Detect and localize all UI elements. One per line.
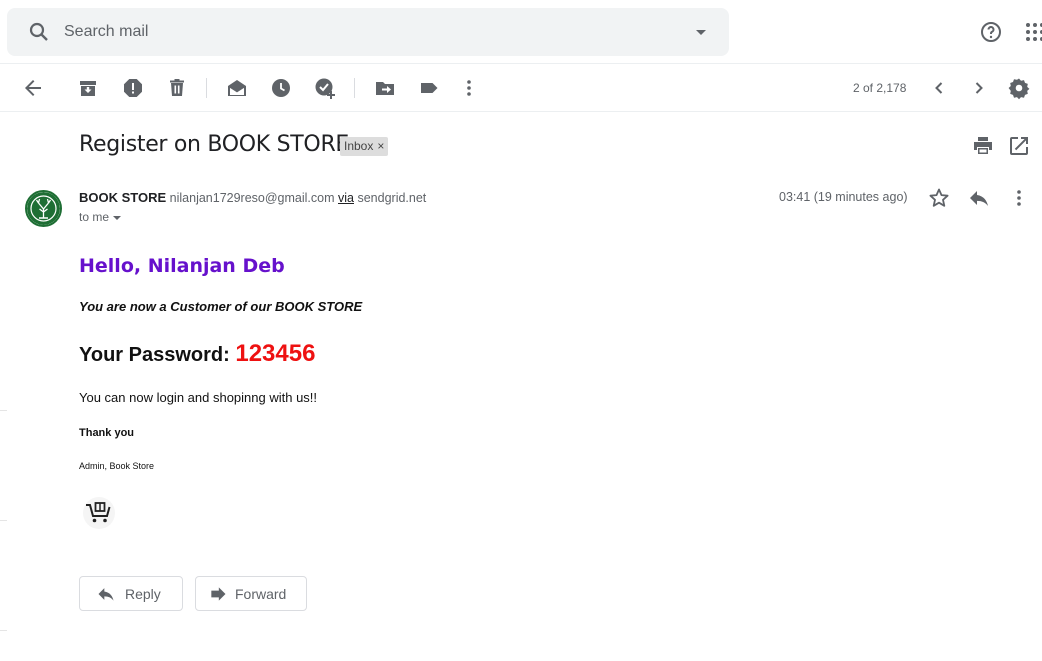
report-spam-icon[interactable] bbox=[121, 76, 145, 100]
pagination-count: 2 of 2,178 bbox=[853, 81, 907, 95]
forward-button[interactable]: Forward bbox=[195, 576, 307, 611]
password-value: 123456 bbox=[235, 340, 316, 367]
thanks-text: Thank you bbox=[79, 427, 135, 439]
search-bar[interactable]: Search mail bbox=[7, 8, 729, 56]
print-icon[interactable] bbox=[971, 134, 995, 158]
cart-icon bbox=[82, 496, 116, 530]
more-options-icon[interactable] bbox=[1007, 186, 1031, 210]
recipient-label: to me bbox=[79, 210, 110, 224]
apps-icon[interactable] bbox=[1023, 20, 1042, 44]
greeting-heading: Hello, Nilanjan Deb bbox=[79, 255, 285, 277]
forward-icon bbox=[208, 584, 228, 604]
move-to-icon[interactable] bbox=[373, 76, 397, 100]
login-message: You can now login and shopinng with us!! bbox=[79, 390, 318, 405]
sender-line: BOOK STORE nilanjan1729reso@gmail.com vi… bbox=[79, 190, 426, 205]
inbox-label-chip: Inbox × bbox=[340, 137, 389, 156]
email-subject: Register on BOOK STORE bbox=[79, 132, 350, 157]
search-options-dropdown-icon[interactable] bbox=[689, 20, 713, 44]
via-link[interactable]: via bbox=[338, 191, 354, 205]
sender-email: nilanjan1729reso@gmail.com bbox=[169, 191, 335, 205]
edge-divider bbox=[0, 520, 7, 521]
mark-unread-icon[interactable] bbox=[225, 76, 249, 100]
password-label: Your Password: bbox=[79, 344, 230, 366]
chevron-down-icon[interactable] bbox=[113, 215, 122, 220]
next-icon[interactable] bbox=[967, 76, 991, 100]
edge-divider bbox=[0, 410, 7, 411]
label-icon[interactable] bbox=[417, 76, 441, 100]
signature-text: Admin, Book Store bbox=[79, 461, 155, 471]
sender-avatar[interactable] bbox=[25, 190, 62, 227]
reply-button[interactable]: Reply bbox=[79, 576, 183, 611]
recipient-details-toggle[interactable]: to me bbox=[79, 210, 122, 224]
archive-icon[interactable] bbox=[76, 76, 100, 100]
more-icon[interactable] bbox=[457, 76, 481, 100]
delete-icon[interactable] bbox=[165, 76, 189, 100]
remove-label-button[interactable]: × bbox=[377, 139, 384, 153]
open-new-window-icon[interactable] bbox=[1007, 134, 1031, 158]
reply-icon bbox=[96, 584, 116, 604]
sender-name[interactable]: BOOK STORE bbox=[79, 190, 166, 205]
reply-icon[interactable] bbox=[967, 186, 991, 210]
message-toolbar: 2 of 2,178 bbox=[0, 63, 1042, 112]
prev-icon[interactable] bbox=[927, 76, 951, 100]
forward-label: Forward bbox=[235, 586, 287, 602]
search-input[interactable]: Search mail bbox=[64, 23, 148, 41]
back-icon[interactable] bbox=[21, 76, 45, 100]
settings-icon[interactable] bbox=[1007, 76, 1031, 100]
via-domain: sendgrid.net bbox=[357, 191, 427, 205]
toolbar-divider bbox=[354, 78, 355, 98]
snooze-icon[interactable] bbox=[269, 76, 293, 100]
add-task-icon[interactable] bbox=[313, 76, 337, 100]
edge-divider bbox=[0, 630, 7, 631]
toolbar-divider bbox=[206, 78, 207, 98]
label-text: Inbox bbox=[344, 139, 374, 153]
reply-label: Reply bbox=[125, 586, 161, 602]
help-icon[interactable] bbox=[979, 20, 1003, 44]
search-icon[interactable] bbox=[27, 20, 51, 44]
message-timestamp: 03:41 (19 minutes ago) bbox=[779, 190, 908, 204]
star-icon[interactable] bbox=[927, 186, 951, 210]
password-line: Your Password: 123456 bbox=[79, 340, 315, 368]
customer-message: You are now a Customer of our BOOK STORE bbox=[79, 299, 363, 314]
